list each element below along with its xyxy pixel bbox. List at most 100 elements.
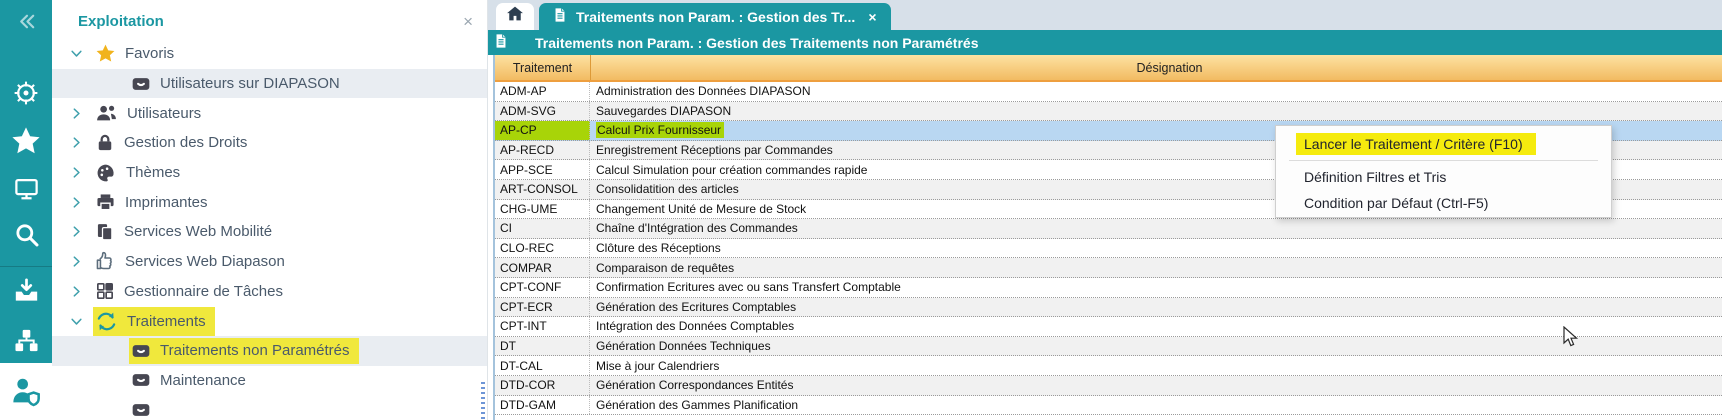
table-row-cpt-conf[interactable]: CPT-CONFConfirmation Ecritures avec ou s… — [495, 278, 1722, 298]
user-security-button[interactable] — [0, 375, 52, 412]
cell-traitement: DTD-GAM — [495, 396, 590, 415]
cell-traitement: ART-CONSOL — [495, 180, 590, 199]
cell-traitement: AP-RECD — [495, 141, 590, 160]
sidebar-item-traitements[interactable]: Traitements — [52, 306, 487, 336]
column-header-designation[interactable]: Désignation — [591, 55, 1722, 80]
sidebar-item-traitements-non-parametres[interactable]: Traitements non Paramétrés — [52, 336, 487, 366]
tab-home[interactable] — [496, 3, 534, 30]
tree-item-label: Traitements non Paramétrés — [160, 342, 350, 359]
column-header-traitement[interactable]: Traitement — [495, 55, 591, 80]
table-row-dt-cal[interactable]: DT-CALMise à jour Calendriers — [495, 356, 1722, 376]
table-row-adm-svg[interactable]: ADM-SVGSauvegardes DIAPASON — [495, 102, 1722, 122]
cell-traitement: CI — [495, 219, 590, 238]
table-row-clo-rec[interactable]: CLO-RECClôture des Réceptions — [495, 239, 1722, 259]
sidebar-item-maintenance[interactable]: Maintenance — [52, 366, 487, 396]
menu-item-highlight: Lancer le Traitement / Critère (F10) — [1296, 133, 1536, 155]
settings-wheel-icon — [13, 80, 39, 111]
cell-traitement: CLO-REC — [495, 239, 590, 258]
sidebar-item-utilisateurs-sur-diapason[interactable]: Utilisateurs sur DIAPASON — [52, 69, 487, 99]
cell-traitement: COMPAR — [495, 258, 590, 277]
sidebar-item-themes[interactable]: Thèmes — [52, 158, 487, 188]
cell-designation: Génération des Gammes Planification — [590, 396, 1722, 415]
table-row-cpt-int[interactable]: CPT-INTIntégration des Données Comptable… — [495, 317, 1722, 337]
tree-item-content: Gestionnaire de Tâches — [93, 278, 292, 304]
tree-item-label: Gestion des Droits — [124, 134, 247, 151]
icon-rail — [0, 0, 52, 420]
chevron-right-icon[interactable] — [70, 225, 84, 238]
display-monitor-icon — [13, 175, 40, 207]
sidebar-item-services-web-mobilite[interactable]: Services Web Mobilité — [52, 217, 487, 247]
sidebar-item-imprimantes[interactable]: Imprimantes — [52, 187, 487, 217]
sidebar-item-gestion-des-droits[interactable]: Gestion des Droits — [52, 128, 487, 158]
cell-traitement: APP-SCE — [495, 160, 590, 179]
cell-designation: Confirmation Ecritures avec ou sans Tran… — [590, 278, 1722, 297]
chevron-right-icon[interactable] — [70, 255, 84, 268]
cell-designation: Chaîne d'Intégration des Commandes — [590, 219, 1722, 238]
tree-item-label: Favoris — [125, 45, 174, 62]
tree-item-label: Utilisateurs sur DIAPASON — [160, 75, 340, 92]
chevron-down-icon[interactable] — [70, 315, 84, 328]
sidebar-item-item[interactable] — [52, 395, 487, 420]
icon-rail-teal-section — [0, 0, 52, 363]
modules-org-button[interactable] — [0, 327, 52, 359]
sidebar-item-utilisateurs[interactable]: Utilisateurs — [52, 98, 487, 128]
tree-item-label: Imprimantes — [125, 194, 208, 211]
table-row-dtd-gam[interactable]: DTD-GAMGénération des Gammes Planificati… — [495, 396, 1722, 416]
view-title: Traitements non Param. : Gestion des Tra… — [535, 35, 978, 51]
mobile-pages-icon — [95, 222, 115, 242]
menu-item-lancer-le-traitement-critere-f10[interactable]: Lancer le Traitement / Critère (F10) — [1276, 131, 1611, 157]
process-arrows-icon — [95, 310, 118, 333]
cell-traitement: ADM-AP — [495, 82, 590, 101]
sidebar-item-gestionnaire-de-taches[interactable]: Gestionnaire de Tâches — [52, 277, 487, 307]
mouse-cursor — [1563, 326, 1579, 353]
settings-wheel-button[interactable] — [0, 80, 52, 110]
users-icon — [95, 102, 118, 125]
table-row-cpt-ecr[interactable]: CPT-ECRGénération des Ecritures Comptabl… — [495, 298, 1722, 318]
cell-designation: Mise à jour Calendriers — [590, 356, 1722, 375]
tree-item-content: Maintenance — [129, 367, 255, 393]
sidebar-scrollbar[interactable] — [481, 382, 485, 420]
menu-item-definition-filtres-et-tris[interactable]: Définition Filtres et Tris — [1276, 164, 1611, 190]
import-tray-button[interactable] — [0, 277, 52, 309]
tree-item-content: Services Web Diapason — [93, 248, 294, 275]
document-icon — [553, 7, 567, 26]
chevron-right-icon[interactable] — [70, 166, 84, 179]
cell-designation: Génération des Ecritures Comptables — [590, 298, 1722, 317]
favorites-star-button[interactable] — [0, 126, 52, 160]
table-row-dtd-cor[interactable]: DTD-CORGénération Correspondances Entité… — [495, 376, 1722, 396]
tree-item-content: Traitements non Paramétrés — [129, 338, 359, 364]
context-menu: Lancer le Traitement / Critère (F10) Défi… — [1275, 125, 1612, 218]
display-monitor-button[interactable] — [0, 176, 52, 206]
diapason-app-window: Exploitation × Favoris Utilisateurs sur D… — [0, 0, 1722, 420]
card-icon — [131, 341, 151, 361]
cell-traitement: AP-CP — [495, 121, 590, 140]
chevron-right-icon[interactable] — [70, 136, 84, 149]
navigation-tree: Favoris Utilisateurs sur DIAPASON Utilisat… — [52, 39, 487, 420]
sidebar-item-favoris[interactable]: Favoris — [52, 39, 487, 69]
search-button[interactable] — [0, 222, 52, 252]
chevron-right-icon[interactable] — [70, 196, 84, 209]
collapse-panel-button[interactable] — [0, 10, 52, 38]
menu-item-condition-par-defaut-ctrl-f5[interactable]: Condition par Défaut (Ctrl-F5) — [1276, 190, 1611, 216]
chevron-down-icon[interactable] — [70, 47, 84, 60]
star-icon — [95, 43, 116, 64]
table-row-adm-ap[interactable]: ADM-APAdministration des Données DIAPASO… — [495, 82, 1722, 102]
tree-item-content: Traitements — [93, 307, 215, 336]
cell-designation: Génération Données Techniques — [590, 337, 1722, 356]
sidebar-close-icon[interactable]: × — [463, 13, 473, 30]
rail-divider — [0, 266, 52, 267]
sidebar-title: Exploitation — [78, 13, 164, 30]
tree-item-label: Gestionnaire de Tâches — [124, 283, 283, 300]
chevron-right-icon[interactable] — [70, 285, 84, 298]
cell-traitement: DT — [495, 337, 590, 356]
sidebar-item-services-web-diapason[interactable]: Services Web Diapason — [52, 247, 487, 277]
table-row-dt[interactable]: DTGénération Données Techniques — [495, 337, 1722, 357]
tab-close-icon[interactable]: × — [868, 9, 876, 25]
table-row-compar[interactable]: COMPARComparaison de requêtes — [495, 258, 1722, 278]
tree-item-label: Services Web Mobilité — [124, 223, 272, 240]
tab-traitements-non-param[interactable]: Traitements non Param. : Gestion des Tr.… — [539, 3, 891, 30]
table-row-ci[interactable]: CIChaîne d'Intégration des Commandes — [495, 219, 1722, 239]
chevron-right-icon[interactable] — [70, 107, 84, 120]
tree-item-label: Traitements — [127, 313, 206, 330]
user-shield-icon — [10, 375, 42, 412]
